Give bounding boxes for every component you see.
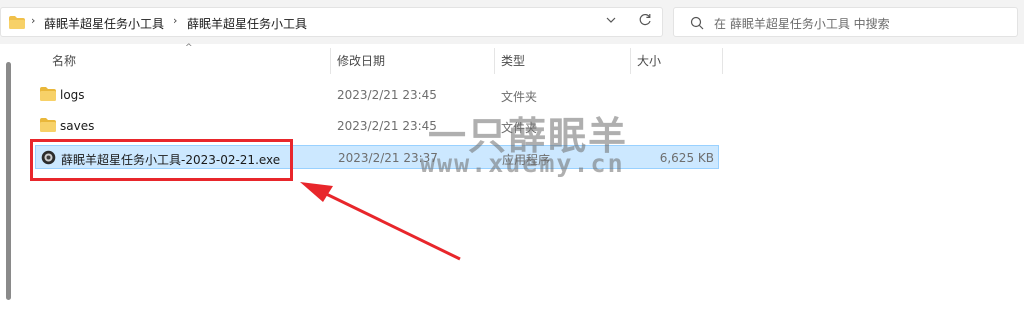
- annotation-arrow-icon: [300, 182, 461, 261]
